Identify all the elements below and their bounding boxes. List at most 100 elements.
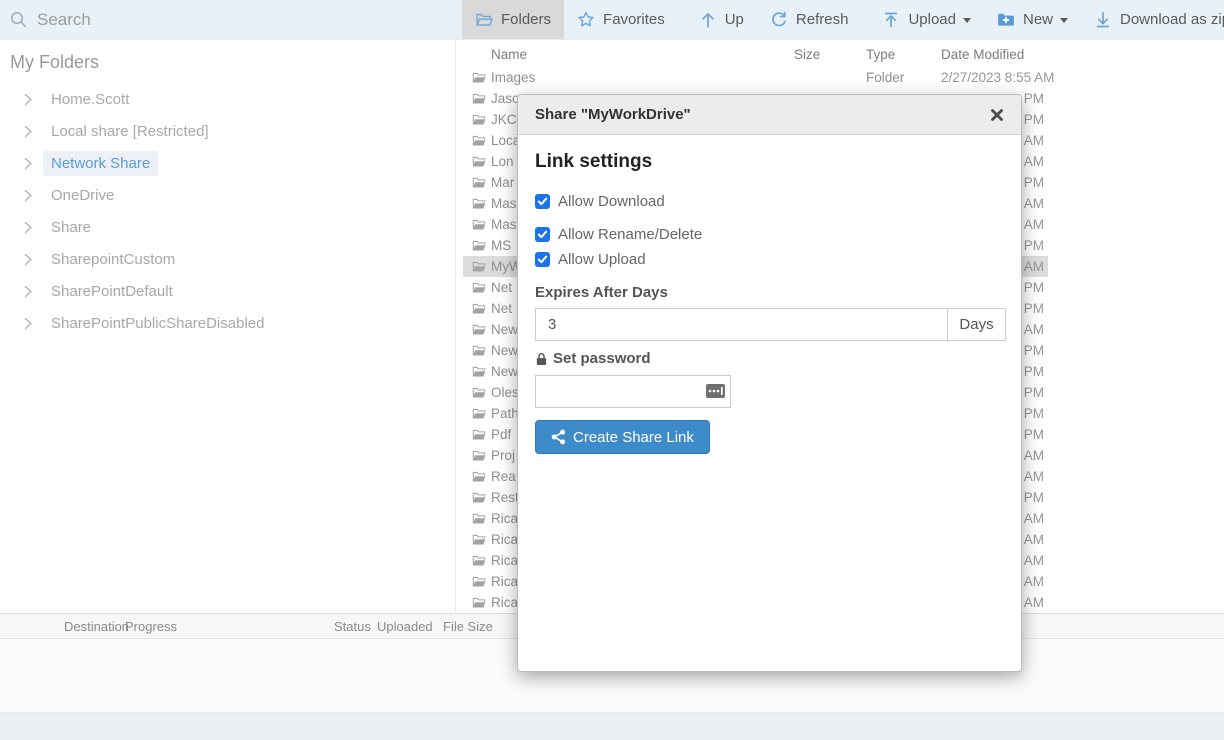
folder-icon bbox=[471, 449, 487, 463]
check-icon bbox=[537, 196, 548, 207]
allow-download-checkbox[interactable] bbox=[535, 194, 550, 209]
sidebar-item-label: SharePointDefault bbox=[43, 279, 181, 304]
search-input[interactable] bbox=[35, 9, 415, 31]
file-date-fragment: AM bbox=[1024, 532, 1044, 547]
toolbar-button-new[interactable]: New bbox=[984, 0, 1081, 39]
download-icon bbox=[1094, 11, 1112, 29]
column-header-name[interactable]: Name bbox=[491, 47, 527, 62]
folder-icon bbox=[471, 491, 487, 505]
file-name: Images bbox=[491, 70, 535, 85]
sidebar-item-local-share-restricted[interactable]: Local share [Restricted] bbox=[0, 115, 455, 147]
file-name: Rica bbox=[491, 511, 518, 526]
create-share-link-button[interactable]: Create Share Link bbox=[535, 420, 710, 454]
sidebar-item-network-share[interactable]: Network Share bbox=[0, 147, 455, 179]
chevron-right-icon[interactable] bbox=[24, 253, 33, 266]
toolbar-button-upload[interactable]: Upload bbox=[869, 0, 984, 39]
file-name: JKCI bbox=[491, 112, 520, 127]
toolbar-button-folders[interactable]: Folders bbox=[462, 0, 564, 39]
sidebar-item-share[interactable]: Share bbox=[0, 211, 455, 243]
file-name: Mas bbox=[491, 196, 517, 211]
chevron-right-icon[interactable] bbox=[24, 285, 33, 298]
folder-icon bbox=[471, 554, 487, 568]
column-header-type[interactable]: Type bbox=[866, 47, 895, 62]
chevron-right-icon[interactable] bbox=[24, 221, 33, 234]
status-column-file-size: File Size bbox=[443, 619, 493, 634]
toolbar-button-up[interactable]: Up bbox=[686, 0, 757, 39]
password-reveal-icon[interactable] bbox=[706, 384, 725, 398]
toolbar-button-refresh[interactable]: Refresh bbox=[757, 0, 862, 39]
new-folder-icon bbox=[997, 11, 1015, 29]
allow-upload-checkbox[interactable] bbox=[535, 252, 550, 267]
folder-icon bbox=[471, 407, 487, 421]
file-type: Folder bbox=[866, 70, 904, 85]
file-date-fragment: PM bbox=[1024, 385, 1044, 400]
file-date-fragment: PM bbox=[1024, 91, 1044, 106]
allow-rename-delete-label: Allow Rename/Delete bbox=[558, 226, 702, 243]
chevron-right-icon[interactable] bbox=[24, 125, 33, 138]
column-header-date-modified[interactable]: Date Modified bbox=[941, 47, 1024, 62]
folder-icon bbox=[471, 113, 487, 127]
toolbar-button-favorites[interactable]: Favorites bbox=[564, 0, 678, 39]
file-name: Loca bbox=[491, 133, 520, 148]
folder-icon bbox=[471, 197, 487, 211]
file-date-fragment: PM bbox=[1024, 112, 1044, 127]
share-dialog-header: Share "MyWorkDrive" bbox=[518, 95, 1021, 135]
sidebar-item-sharepointpublicsharedisabled[interactable]: SharePointPublicShareDisabled bbox=[0, 307, 455, 339]
file-name: Proj bbox=[491, 448, 515, 463]
column-header-size[interactable]: Size bbox=[794, 47, 820, 62]
password-input[interactable] bbox=[535, 375, 731, 408]
chevron-right-icon[interactable] bbox=[24, 189, 33, 202]
file-date-fragment: PM bbox=[1024, 280, 1044, 295]
chevron-right-icon[interactable] bbox=[24, 93, 33, 106]
sidebar-item-label: OneDrive bbox=[43, 183, 122, 208]
toolbar-button-label: Upload bbox=[908, 11, 956, 28]
sidebar-item-home-scott[interactable]: Home.Scott bbox=[0, 83, 455, 115]
sidebar-item-sharepointdefault[interactable]: SharePointDefault bbox=[0, 275, 455, 307]
expires-days-input[interactable] bbox=[535, 308, 948, 341]
days-unit-addon: Days bbox=[948, 308, 1006, 341]
file-date-fragment: PM bbox=[1024, 301, 1044, 316]
file-name: Rica bbox=[491, 574, 518, 589]
file-name: Oles bbox=[491, 385, 519, 400]
file-date-fragment: PM bbox=[1024, 364, 1044, 379]
allow-download-label: Allow Download bbox=[558, 193, 665, 210]
file-date-fragment: PM bbox=[1024, 490, 1044, 505]
sidebar-item-label: Home.Scott bbox=[43, 87, 137, 112]
file-date-fragment: AM bbox=[1024, 154, 1044, 169]
folder-icon bbox=[471, 218, 487, 232]
folder-icon bbox=[471, 428, 487, 442]
file-name: Rest bbox=[491, 490, 519, 505]
chevron-right-icon[interactable] bbox=[24, 157, 33, 170]
file-name: Lon bbox=[491, 154, 514, 169]
file-name: MS bbox=[491, 238, 511, 253]
sidebar-item-onedrive[interactable]: OneDrive bbox=[0, 179, 455, 211]
sidebar-item-label: SharepointCustom bbox=[43, 247, 183, 272]
close-icon[interactable] bbox=[990, 108, 1004, 122]
file-row[interactable]: Images Folder 2/27/2023 8:55 AM bbox=[463, 67, 1048, 88]
file-name: New bbox=[491, 322, 518, 337]
check-icon bbox=[537, 229, 548, 240]
file-date-fragment: AM bbox=[1024, 469, 1044, 484]
file-date-fragment: AM bbox=[1024, 448, 1044, 463]
sidebar-item-sharepointcustom[interactable]: SharepointCustom bbox=[0, 243, 455, 275]
allow-rename-delete-checkbox[interactable] bbox=[535, 227, 550, 242]
file-name: Net bbox=[491, 280, 512, 295]
toolbar-button-download-as-zip[interactable]: Download as zip bbox=[1081, 0, 1224, 39]
search-icon bbox=[10, 11, 27, 28]
toolbar: Folders Favorites Up Refresh bbox=[0, 0, 1224, 40]
folder-icon bbox=[471, 344, 487, 358]
file-date-fragment: AM bbox=[1024, 259, 1044, 274]
file-name: Rica bbox=[491, 553, 518, 568]
file-date-fragment: AM bbox=[1024, 322, 1044, 337]
folder-icon bbox=[471, 176, 487, 190]
file-name: New bbox=[491, 343, 518, 358]
file-name: Rica bbox=[491, 532, 518, 547]
file-date-fragment: AM bbox=[1024, 196, 1044, 211]
expires-after-days-label: Expires After Days bbox=[535, 284, 1004, 301]
toolbar-button-label: New bbox=[1023, 11, 1053, 28]
folder-icon bbox=[471, 365, 487, 379]
chevron-down-icon bbox=[1060, 18, 1068, 27]
chevron-right-icon[interactable] bbox=[24, 317, 33, 330]
check-icon bbox=[537, 254, 548, 265]
toolbar-buttons: Folders Favorites Up Refresh bbox=[462, 0, 1224, 39]
